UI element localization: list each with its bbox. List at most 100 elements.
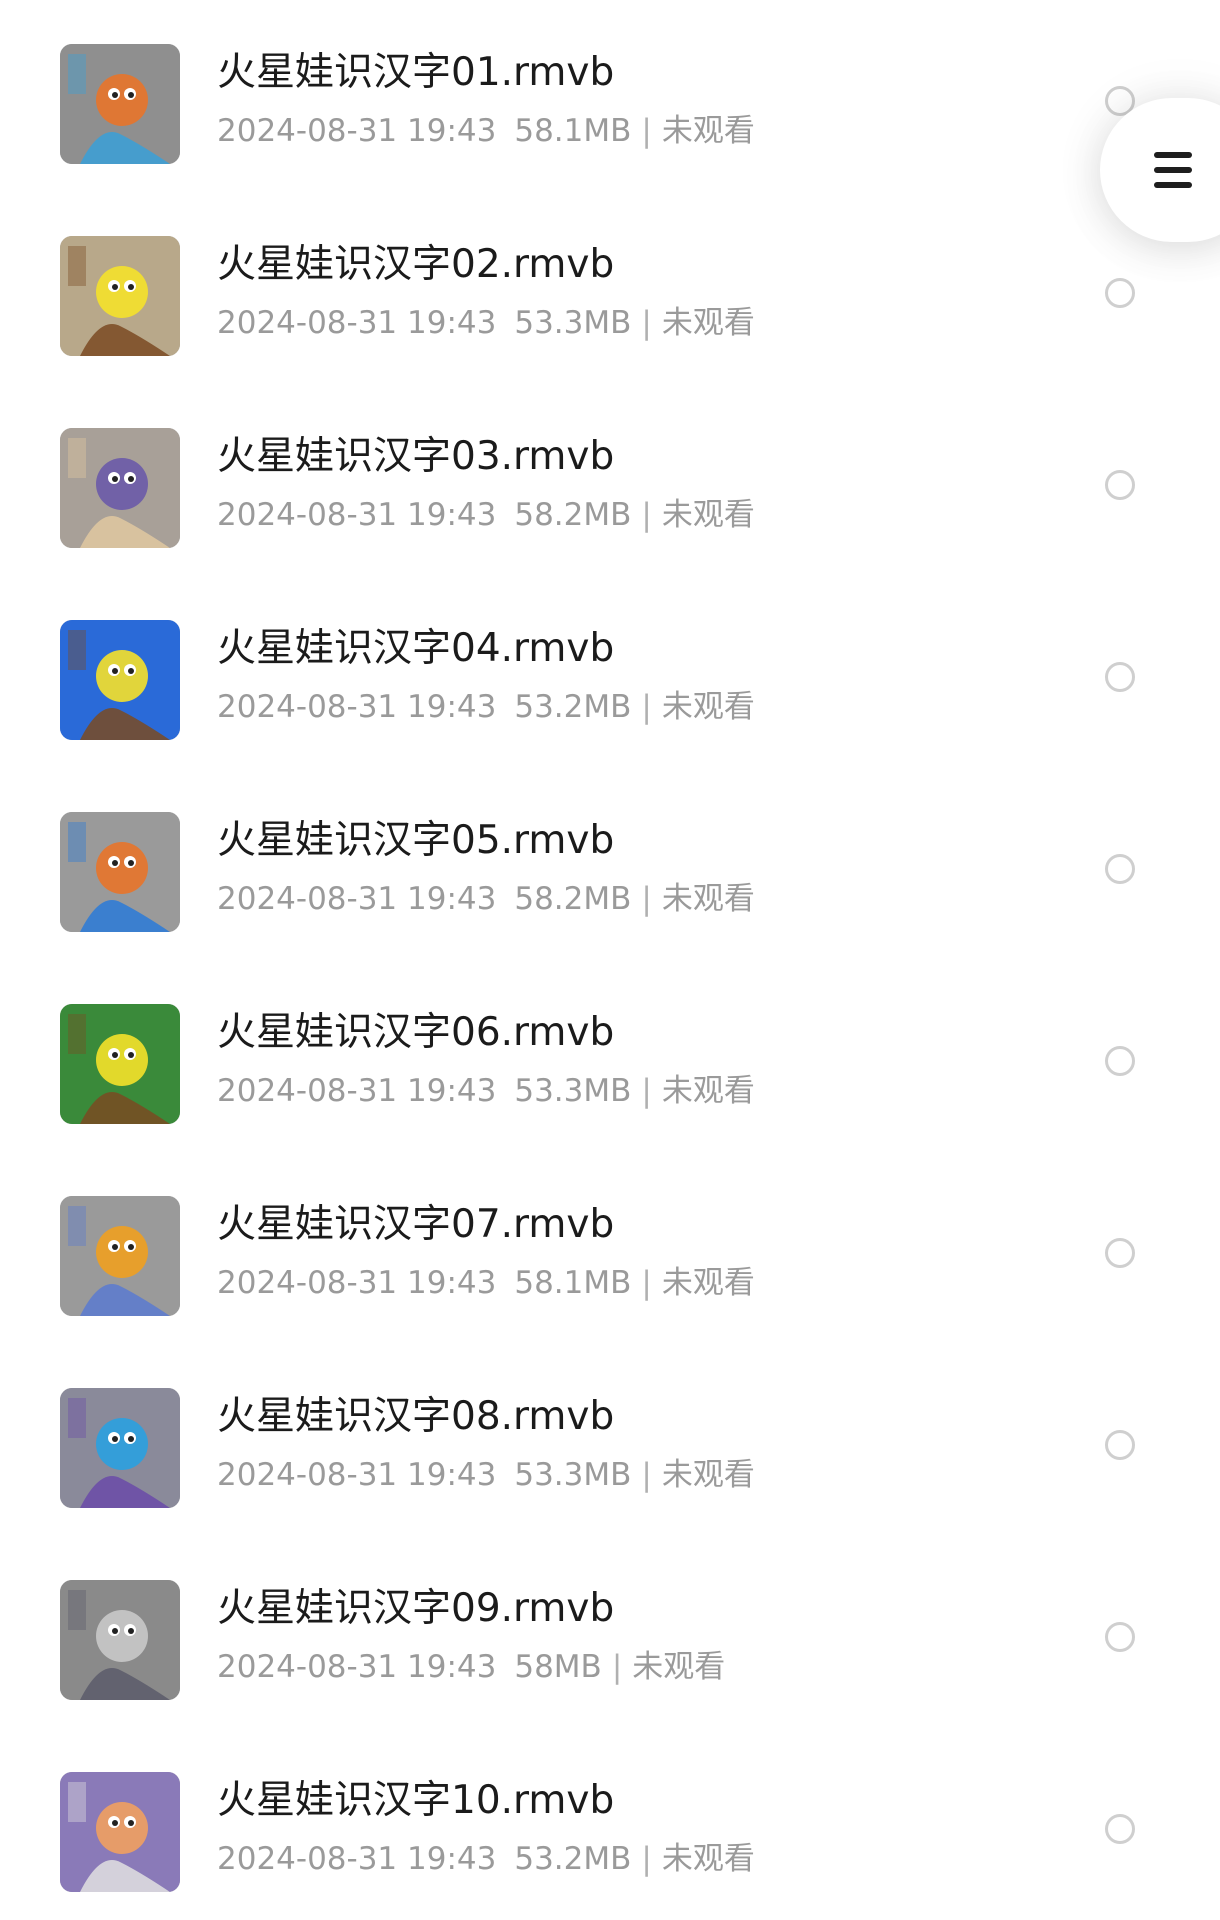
- separator: |: [641, 881, 652, 917]
- separator: |: [641, 1265, 652, 1301]
- video-thumbnail: [60, 1196, 180, 1316]
- thumbnail-image: [60, 620, 180, 740]
- video-thumbnail: [60, 1388, 180, 1508]
- separator: |: [641, 1073, 652, 1109]
- separator: |: [611, 1649, 623, 1685]
- file-meta: 2024-08-31 19:43 58MB | 未观看: [217, 1648, 725, 1686]
- thumbnail-image: [60, 1196, 180, 1316]
- file-meta: 2024-08-31 19:43 53.3MB | 未观看: [217, 304, 755, 342]
- list-item[interactable]: 火星娃识汉字09.rmvb 2024-08-31 19:43 58MB | 未观看: [0, 1536, 1220, 1728]
- file-meta: 2024-08-31 19:43 53.2MB | 未观看: [217, 1840, 755, 1878]
- file-size: 58MB: [514, 1649, 602, 1685]
- file-size: 53.3MB: [514, 305, 632, 341]
- separator: |: [641, 689, 652, 725]
- separator: |: [641, 1841, 652, 1877]
- thumbnail-image: [60, 1580, 180, 1700]
- separator: |: [641, 113, 652, 149]
- file-date: 2024-08-31 19:43: [217, 1841, 497, 1877]
- file-name: 火星娃识汉字07.rmvb: [217, 1202, 615, 1247]
- video-thumbnail: [60, 236, 180, 356]
- file-date: 2024-08-31 19:43: [217, 497, 497, 533]
- file-size: 58.1MB: [514, 1265, 632, 1301]
- file-name: 火星娃识汉字09.rmvb: [217, 1586, 615, 1631]
- thumbnail-image: [60, 236, 180, 356]
- file-size: 53.3MB: [514, 1457, 632, 1493]
- file-name: 火星娃识汉字08.rmvb: [217, 1394, 615, 1439]
- video-thumbnail: [60, 44, 180, 164]
- select-radio[interactable]: [1105, 278, 1135, 308]
- list-item[interactable]: 火星娃识汉字05.rmvb 2024-08-31 19:43 58.2MB | 未观看: [0, 768, 1220, 960]
- file-meta: 2024-08-31 19:43 58.2MB | 未观看: [217, 496, 755, 534]
- video-thumbnail: [60, 1004, 180, 1124]
- list-item[interactable]: 火星娃识汉字08.rmvb 2024-08-31 19:43 53.3MB | 未观看: [0, 1344, 1220, 1536]
- watch-status: 未观看: [661, 497, 755, 533]
- list-item[interactable]: 火星娃识汉字10.rmvb 2024-08-31 19:43 53.2MB | 未观看: [0, 1728, 1220, 1920]
- file-date: 2024-08-31 19:43: [217, 1073, 497, 1109]
- select-radio[interactable]: [1105, 1430, 1135, 1460]
- file-name: 火星娃识汉字10.rmvb: [217, 1778, 615, 1823]
- watch-status: 未观看: [661, 881, 755, 917]
- file-size: 53.2MB: [514, 689, 632, 725]
- file-meta: 2024-08-31 19:43 58.1MB | 未观看: [217, 1264, 755, 1302]
- file-name: 火星娃识汉字03.rmvb: [217, 434, 615, 479]
- watch-status: 未观看: [661, 1073, 755, 1109]
- video-thumbnail: [60, 428, 180, 548]
- watch-status: 未观看: [661, 1265, 755, 1301]
- separator: |: [641, 497, 652, 533]
- file-name: 火星娃识汉字05.rmvb: [217, 818, 615, 863]
- file-size: 53.2MB: [514, 1841, 632, 1877]
- thumbnail-image: [60, 1388, 180, 1508]
- file-date: 2024-08-31 19:43: [217, 113, 497, 149]
- select-radio[interactable]: [1105, 1622, 1135, 1652]
- file-date: 2024-08-31 19:43: [217, 305, 497, 341]
- list-item[interactable]: 火星娃识汉字07.rmvb 2024-08-31 19:43 58.1MB | 未观看: [0, 1152, 1220, 1344]
- thumbnail-image: [60, 1772, 180, 1892]
- video-thumbnail: [60, 812, 180, 932]
- separator: |: [641, 305, 652, 341]
- file-date: 2024-08-31 19:43: [217, 1457, 497, 1493]
- file-name: 火星娃识汉字06.rmvb: [217, 1010, 615, 1055]
- select-radio[interactable]: [1105, 470, 1135, 500]
- separator: |: [641, 1457, 652, 1493]
- file-date: 2024-08-31 19:43: [217, 881, 497, 917]
- watch-status: 未观看: [661, 305, 755, 341]
- select-radio[interactable]: [1105, 854, 1135, 884]
- file-name: 火星娃识汉字01.rmvb: [217, 50, 615, 95]
- watch-status: 未观看: [661, 113, 755, 149]
- watch-status: 未观看: [661, 1457, 755, 1493]
- file-size: 58.2MB: [514, 497, 632, 533]
- watch-status: 未观看: [661, 689, 755, 725]
- select-radio[interactable]: [1105, 662, 1135, 692]
- watch-status: 未观看: [661, 1841, 755, 1877]
- file-name: 火星娃识汉字04.rmvb: [217, 626, 615, 671]
- select-radio[interactable]: [1105, 1046, 1135, 1076]
- thumbnail-image: [60, 44, 180, 164]
- file-date: 2024-08-31 19:43: [217, 689, 497, 725]
- thumbnail-image: [60, 1004, 180, 1124]
- list-item[interactable]: 火星娃识汉字03.rmvb 2024-08-31 19:43 58.2MB | 未观看: [0, 384, 1220, 576]
- thumbnail-image: [60, 428, 180, 548]
- file-name: 火星娃识汉字02.rmvb: [217, 242, 615, 287]
- menu-icon: [1154, 152, 1192, 188]
- select-radio[interactable]: [1105, 1238, 1135, 1268]
- file-meta: 2024-08-31 19:43 58.2MB | 未观看: [217, 880, 755, 918]
- file-size: 53.3MB: [514, 1073, 632, 1109]
- watch-status: 未观看: [632, 1649, 726, 1685]
- video-thumbnail: [60, 1580, 180, 1700]
- select-radio[interactable]: [1105, 1814, 1135, 1844]
- file-date: 2024-08-31 19:43: [217, 1649, 497, 1685]
- file-meta: 2024-08-31 19:43 53.3MB | 未观看: [217, 1072, 755, 1110]
- video-thumbnail: [60, 1772, 180, 1892]
- file-meta: 2024-08-31 19:43 53.3MB | 未观看: [217, 1456, 755, 1494]
- file-meta: 2024-08-31 19:43 58.1MB | 未观看: [217, 112, 755, 150]
- file-meta: 2024-08-31 19:43 53.2MB | 未观看: [217, 688, 755, 726]
- file-size: 58.1MB: [514, 113, 632, 149]
- file-date: 2024-08-31 19:43: [217, 1265, 497, 1301]
- list-item[interactable]: 火星娃识汉字02.rmvb 2024-08-31 19:43 53.3MB | 未观看: [0, 192, 1220, 384]
- file-size: 58.2MB: [514, 881, 632, 917]
- thumbnail-image: [60, 812, 180, 932]
- video-thumbnail: [60, 620, 180, 740]
- list-item[interactable]: 火星娃识汉字04.rmvb 2024-08-31 19:43 53.2MB | 未观看: [0, 576, 1220, 768]
- list-item[interactable]: 火星娃识汉字01.rmvb 2024-08-31 19:43 58.1MB | 未观看: [0, 0, 1220, 192]
- list-item[interactable]: 火星娃识汉字06.rmvb 2024-08-31 19:43 53.3MB | 未观看: [0, 960, 1220, 1152]
